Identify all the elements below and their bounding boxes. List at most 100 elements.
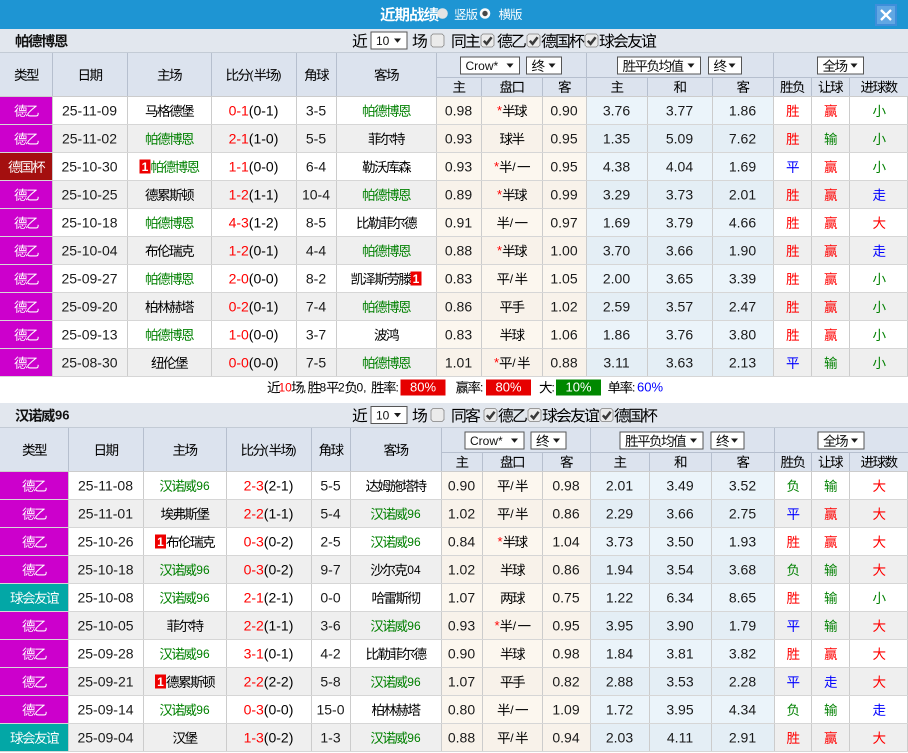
- svg-text:4-2: 4-2: [320, 646, 340, 662]
- svg-text:1.79: 1.79: [729, 618, 756, 634]
- svg-text:(0-2): (0-2): [264, 730, 294, 746]
- svg-text:2.13: 2.13: [729, 355, 756, 371]
- svg-text:3.73: 3.73: [606, 534, 633, 550]
- svg-text:3.81: 3.81: [666, 646, 693, 662]
- svg-text:1.00: 1.00: [550, 243, 577, 259]
- svg-text:25-11-02: 25-11-02: [62, 131, 117, 147]
- svg-text:3.95: 3.95: [666, 702, 693, 718]
- svg-text:0.98: 0.98: [445, 103, 472, 119]
- svg-text:2.47: 2.47: [729, 299, 756, 315]
- svg-text:*: *: [494, 159, 499, 174]
- svg-text:2.59: 2.59: [603, 299, 630, 315]
- svg-text:0,: 0,: [357, 380, 367, 394]
- svg-text:96: 96: [55, 408, 69, 423]
- svg-text:0.93: 0.93: [445, 131, 472, 147]
- svg-text:0.83: 0.83: [445, 327, 472, 343]
- svg-text:1-2: 1-2: [229, 187, 249, 203]
- svg-text::: :: [632, 380, 635, 394]
- svg-text:6-4: 6-4: [306, 159, 326, 175]
- svg-text:5-8: 5-8: [320, 674, 340, 690]
- svg-text:(0-2): (0-2): [264, 562, 294, 578]
- svg-text:1.04: 1.04: [552, 534, 579, 550]
- svg-text:): ): [293, 443, 297, 457]
- svg-text:2-0: 2-0: [229, 271, 249, 287]
- svg-text:1: 1: [157, 675, 164, 689]
- svg-text:25-08-30: 25-08-30: [61, 355, 117, 371]
- svg-text:9-7: 9-7: [320, 562, 340, 578]
- svg-text:0-3: 0-3: [244, 562, 264, 578]
- svg-text:1.93: 1.93: [729, 534, 756, 550]
- svg-text:0.91: 0.91: [445, 215, 472, 231]
- svg-text:0.94: 0.94: [552, 730, 579, 746]
- svg-text:8.65: 8.65: [729, 590, 756, 606]
- svg-text:96: 96: [196, 479, 210, 493]
- svg-text:3.77: 3.77: [666, 103, 693, 119]
- svg-text:4.04: 4.04: [666, 159, 693, 175]
- svg-text:2.75: 2.75: [729, 506, 756, 522]
- svg-text:3.76: 3.76: [603, 103, 630, 119]
- svg-text:2-2: 2-2: [244, 674, 264, 690]
- svg-text:(1-2): (1-2): [249, 215, 279, 231]
- svg-text:1.07: 1.07: [448, 590, 475, 606]
- svg-text:10: 10: [376, 408, 390, 422]
- svg-text:6.34: 6.34: [666, 590, 693, 606]
- svg-text:,: ,: [303, 380, 306, 394]
- svg-text:*: *: [495, 618, 500, 633]
- svg-text:0.90: 0.90: [448, 478, 475, 494]
- svg-text:80%: 80%: [410, 380, 436, 395]
- svg-text:5-5: 5-5: [306, 131, 326, 147]
- svg-text:Crow*: Crow*: [470, 434, 503, 448]
- svg-text:3.65: 3.65: [666, 271, 693, 287]
- svg-text:0.93: 0.93: [445, 159, 472, 175]
- svg-text:0.90: 0.90: [550, 103, 577, 119]
- svg-text:96: 96: [407, 619, 421, 633]
- svg-text:3.63: 3.63: [666, 355, 693, 371]
- svg-text:0-1: 0-1: [229, 103, 249, 119]
- svg-text:1.06: 1.06: [550, 327, 577, 343]
- svg-text:0-0: 0-0: [320, 590, 340, 606]
- svg-text:1.86: 1.86: [729, 103, 756, 119]
- svg-text:4.66: 4.66: [729, 215, 756, 231]
- svg-text:1-2: 1-2: [229, 243, 249, 259]
- svg-text:(0-1): (0-1): [249, 299, 279, 315]
- svg-text:5-5: 5-5: [320, 478, 340, 494]
- svg-text:8-2: 8-2: [306, 271, 326, 287]
- svg-text:3.95: 3.95: [606, 618, 633, 634]
- svg-text:1.22: 1.22: [606, 590, 633, 606]
- svg-text:1.94: 1.94: [606, 562, 633, 578]
- svg-text:3-7: 3-7: [306, 327, 326, 343]
- svg-text:0-2: 0-2: [229, 299, 249, 315]
- svg-text:1.02: 1.02: [448, 562, 475, 578]
- svg-text:0.95: 0.95: [552, 618, 579, 634]
- svg-text:2.01: 2.01: [729, 187, 756, 203]
- svg-text:): ): [278, 68, 282, 82]
- svg-text:0.83: 0.83: [445, 271, 472, 287]
- svg-text:25-10-26: 25-10-26: [77, 534, 133, 550]
- svg-text:0.90: 0.90: [448, 646, 475, 662]
- svg-text:3.57: 3.57: [666, 299, 693, 315]
- svg-text:5-4: 5-4: [320, 506, 340, 522]
- svg-text:10: 10: [376, 34, 390, 48]
- svg-text:5.09: 5.09: [666, 131, 693, 147]
- svg-text:2-2: 2-2: [244, 618, 264, 634]
- svg-text:2-2: 2-2: [244, 506, 264, 522]
- svg-text:3.52: 3.52: [729, 478, 756, 494]
- svg-text:(0-0): (0-0): [249, 355, 279, 371]
- svg-text:7.62: 7.62: [729, 131, 756, 147]
- svg-text:0.95: 0.95: [550, 159, 577, 175]
- svg-text:1.84: 1.84: [606, 646, 633, 662]
- svg-text:2: 2: [338, 380, 345, 394]
- svg-text:3-5: 3-5: [306, 103, 326, 119]
- svg-text:3.54: 3.54: [666, 562, 693, 578]
- svg-text:4-4: 4-4: [306, 243, 326, 259]
- svg-text:4.34: 4.34: [729, 702, 756, 718]
- svg-text:2.28: 2.28: [729, 674, 756, 690]
- svg-text:25-09-14: 25-09-14: [77, 702, 133, 718]
- svg-text:2-1: 2-1: [229, 131, 249, 147]
- svg-text:25-09-21: 25-09-21: [77, 674, 133, 690]
- svg-text:3.68: 3.68: [729, 562, 756, 578]
- svg-text:(0-2): (0-2): [264, 534, 294, 550]
- svg-text:1.86: 1.86: [603, 327, 630, 343]
- svg-text:*: *: [497, 103, 502, 118]
- svg-text:(2-2): (2-2): [264, 674, 294, 690]
